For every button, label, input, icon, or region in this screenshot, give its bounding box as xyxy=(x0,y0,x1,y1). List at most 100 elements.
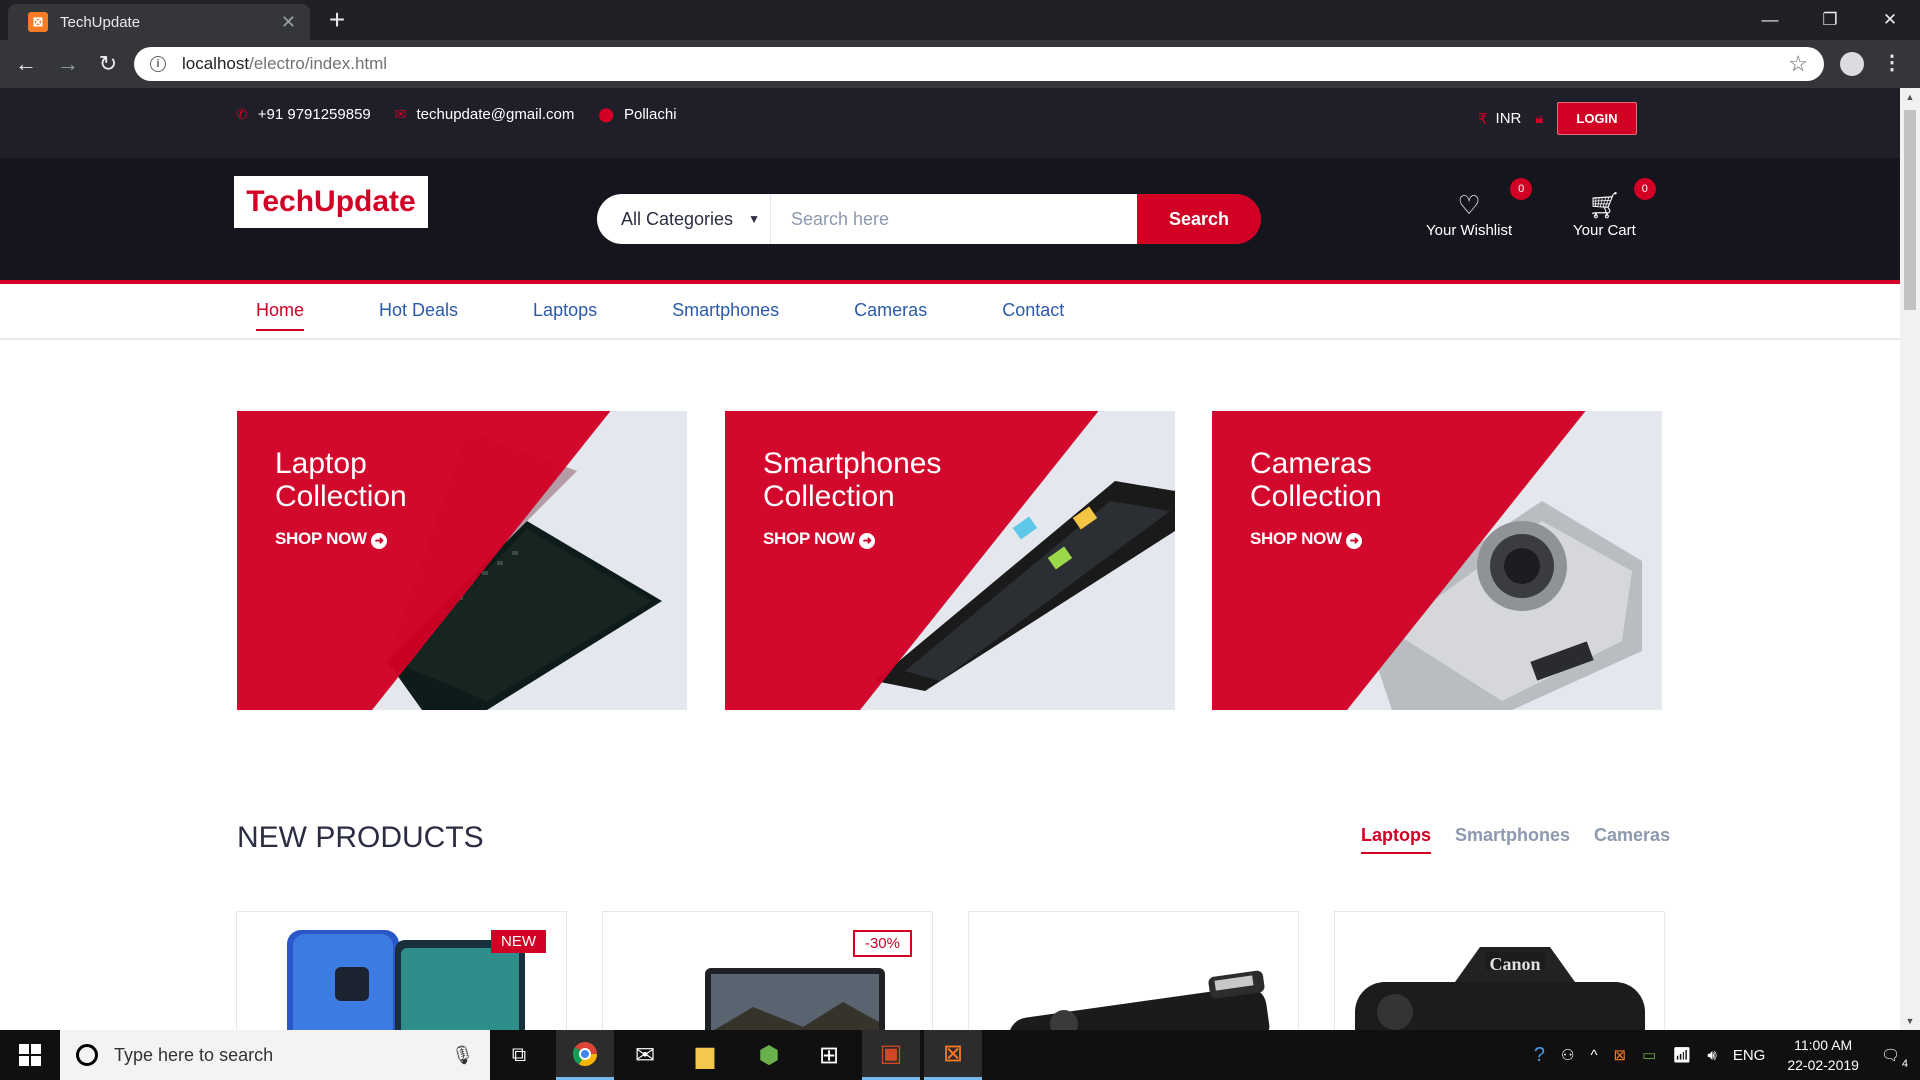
shop-title: Cameras Collection xyxy=(1250,447,1382,513)
volume-icon[interactable]: 🔊︎ xyxy=(1707,1047,1716,1064)
new-tab-button[interactable]: + xyxy=(322,6,352,36)
tab-cameras[interactable]: Cameras xyxy=(1594,825,1670,846)
nav-item-hot-deals[interactable]: Hot Deals xyxy=(379,300,458,321)
taskbar-search-box[interactable]: Type here to search 🎙︎ xyxy=(60,1030,490,1080)
search-button[interactable]: Search xyxy=(1137,194,1261,244)
product-card[interactable] xyxy=(968,911,1299,1030)
window-controls: — ❐ ✕ xyxy=(1740,0,1920,40)
language-indicator[interactable]: ENG xyxy=(1733,1047,1766,1064)
new-badge: NEW xyxy=(491,930,546,953)
help-icon[interactable]: ? xyxy=(1534,1044,1545,1067)
login-button[interactable]: LOGIN xyxy=(1557,102,1637,135)
file-explorer-taskbar-icon[interactable]: ▆ xyxy=(676,1030,734,1080)
minimize-icon[interactable]: — xyxy=(1740,0,1800,40)
notifications-icon[interactable]: 🗨︎ 4 xyxy=(1881,1046,1908,1070)
shop-now-link[interactable]: SHOP NOW ➜ xyxy=(275,529,388,549)
discount-badge: -30% xyxy=(852,930,912,957)
arrow-circle-right-icon: ➜ xyxy=(859,533,876,549)
restore-icon[interactable]: ❐ xyxy=(1800,0,1860,40)
shop-banner-cameras[interactable]: Cameras Collection SHOP NOW ➜ xyxy=(1212,411,1662,710)
android-studio-taskbar-icon[interactable]: ⬢ xyxy=(740,1030,798,1080)
mail-taskbar-icon[interactable]: ✉ xyxy=(616,1030,674,1080)
product-image xyxy=(1008,970,1270,1030)
system-tray: ? ⚇ ^ ⊠ ▭ 📶︎ 🔊︎ ENG 11:00 AM 22-02-2019 🗨… xyxy=(1526,1030,1920,1080)
shop-banner-smartphones[interactable]: Smartphones Collection SHOP NOW ➜ xyxy=(725,411,1175,710)
browser-tab-strip: ⊠ TechUpdate ✕ + — ❐ ✕ xyxy=(0,0,1920,40)
nav-item-laptops[interactable]: Laptops xyxy=(533,300,597,321)
top-header: ✆ +91 9791259859 ✉ techupdate@gmail.com ⬤ P… xyxy=(0,88,1900,158)
shop-title: Smartphones Collection xyxy=(763,447,942,513)
bookmark-star-icon[interactable]: ☆ xyxy=(1788,51,1808,77)
close-tab-icon[interactable]: ✕ xyxy=(281,12,296,33)
caret-down-icon: ▼ xyxy=(748,212,760,226)
windows-start-icon[interactable] xyxy=(0,1030,60,1080)
email-link[interactable]: ✉ techupdate@gmail.com xyxy=(395,106,575,123)
chevron-up-icon[interactable]: ^ xyxy=(1591,1047,1598,1064)
task-view-icon[interactable]: ⧉ xyxy=(490,1030,548,1080)
product-card[interactable]: -30% xyxy=(602,911,933,1030)
powerpoint-taskbar-icon[interactable]: ▣ xyxy=(862,1030,920,1080)
phone-icon: ✆ xyxy=(236,106,248,122)
section-title: NEW PRODUCTS xyxy=(237,821,484,854)
shop-now-link[interactable]: SHOP NOW ➜ xyxy=(763,529,876,549)
logo[interactable]: TechUpdate xyxy=(234,176,428,228)
shop-now-link[interactable]: SHOP NOW ➜ xyxy=(1250,529,1363,549)
xampp-tray-icon[interactable]: ⊠ xyxy=(1614,1046,1627,1064)
address-bar-row: ← → ↻ i localhost/electro/index.html ☆ xyxy=(0,40,1920,88)
shop-banner-laptop[interactable]: Laptop Collection SHOP NOW ➜ xyxy=(237,411,687,710)
back-icon[interactable]: ← xyxy=(10,48,42,80)
microphone-icon[interactable]: 🎙︎ xyxy=(451,1045,474,1066)
map-marker-icon: ⬤ xyxy=(598,106,614,122)
close-window-icon[interactable]: ✕ xyxy=(1860,0,1920,40)
envelope-icon: ✉ xyxy=(394,106,407,122)
scroll-down-icon[interactable]: ▼ xyxy=(1900,1012,1920,1030)
page-scrollbar[interactable]: ▲ ▼ xyxy=(1900,88,1920,1030)
tab-smartphones[interactable]: Smartphones xyxy=(1455,825,1570,846)
wishlist-count-badge: 0 xyxy=(1510,178,1533,200)
clock[interactable]: 11:00 AM 22-02-2019 xyxy=(1787,1035,1859,1075)
network-icon[interactable]: 📶︎ xyxy=(1672,1046,1691,1064)
chrome-taskbar-icon[interactable] xyxy=(556,1030,614,1080)
profile-avatar[interactable] xyxy=(1840,52,1864,76)
shop-title: Laptop Collection xyxy=(275,447,407,513)
category-select[interactable]: All Categories ▼ xyxy=(597,194,771,244)
nav-item-home[interactable]: Home xyxy=(256,300,305,331)
product-image: Canon xyxy=(1355,947,1645,1030)
page-viewport: ✆ +91 9791259859 ✉ techupdate@gmail.com ⬤ P… xyxy=(0,88,1900,1030)
battery-icon[interactable]: ▭ xyxy=(1642,1046,1656,1064)
location-link[interactable]: ⬤ Pollachi xyxy=(598,106,676,123)
currency-selector[interactable]: ₹ INR xyxy=(1478,110,1521,128)
search-input[interactable] xyxy=(771,194,1137,244)
reload-icon[interactable]: ↻ xyxy=(92,48,124,80)
store-taskbar-icon[interactable]: ⊞ xyxy=(800,1030,858,1080)
tab-laptops[interactable]: Laptops xyxy=(1361,825,1431,854)
svg-text:Canon: Canon xyxy=(1489,954,1540,974)
product-tabs: Laptops Smartphones Cameras xyxy=(1361,825,1670,854)
product-card[interactable]: NEW xyxy=(236,911,567,1030)
main-nav: Home Hot Deals Laptops Smartphones Camer… xyxy=(0,284,1900,340)
nav-item-cameras[interactable]: Cameras xyxy=(854,300,927,321)
url-bar[interactable]: i localhost/electro/index.html ☆ xyxy=(134,47,1824,81)
cart-count-badge: 0 xyxy=(1633,178,1656,200)
rupee-icon: ₹ xyxy=(1478,110,1488,128)
xampp-taskbar-icon[interactable]: ⊠ xyxy=(924,1030,982,1080)
url-text[interactable]: localhost/electro/index.html xyxy=(182,54,1788,74)
forward-icon[interactable]: → xyxy=(52,48,84,80)
xampp-favicon-icon: ⊠ xyxy=(28,12,48,32)
scroll-up-icon[interactable]: ▲ xyxy=(1900,88,1920,106)
wishlist-button[interactable]: ♡ 0 Your Wishlist xyxy=(1426,178,1533,239)
browser-menu-icon[interactable]: ⋮ xyxy=(1882,50,1902,75)
search-form: All Categories ▼ Search xyxy=(597,194,1261,244)
scrollbar-thumb[interactable] xyxy=(1904,110,1916,310)
browser-tab[interactable]: ⊠ TechUpdate ✕ xyxy=(8,4,310,40)
site-info-icon[interactable]: i xyxy=(150,56,166,72)
phone-link[interactable]: ✆ +91 9791259859 xyxy=(236,106,371,123)
lock-icon: 🔒︎ xyxy=(1535,110,1544,127)
nav-item-contact[interactable]: Contact xyxy=(1002,300,1064,321)
heart-icon: ♡ 0 xyxy=(1426,178,1533,222)
cart-button[interactable]: 🛒︎ 0 Your Cart xyxy=(1573,178,1656,239)
people-icon[interactable]: ⚇ xyxy=(1561,1046,1574,1064)
product-card[interactable]: Canon xyxy=(1334,911,1665,1030)
nav-item-smartphones[interactable]: Smartphones xyxy=(672,300,779,321)
main-header: TechUpdate All Categories ▼ Search ♡0 Yo… xyxy=(0,158,1900,284)
